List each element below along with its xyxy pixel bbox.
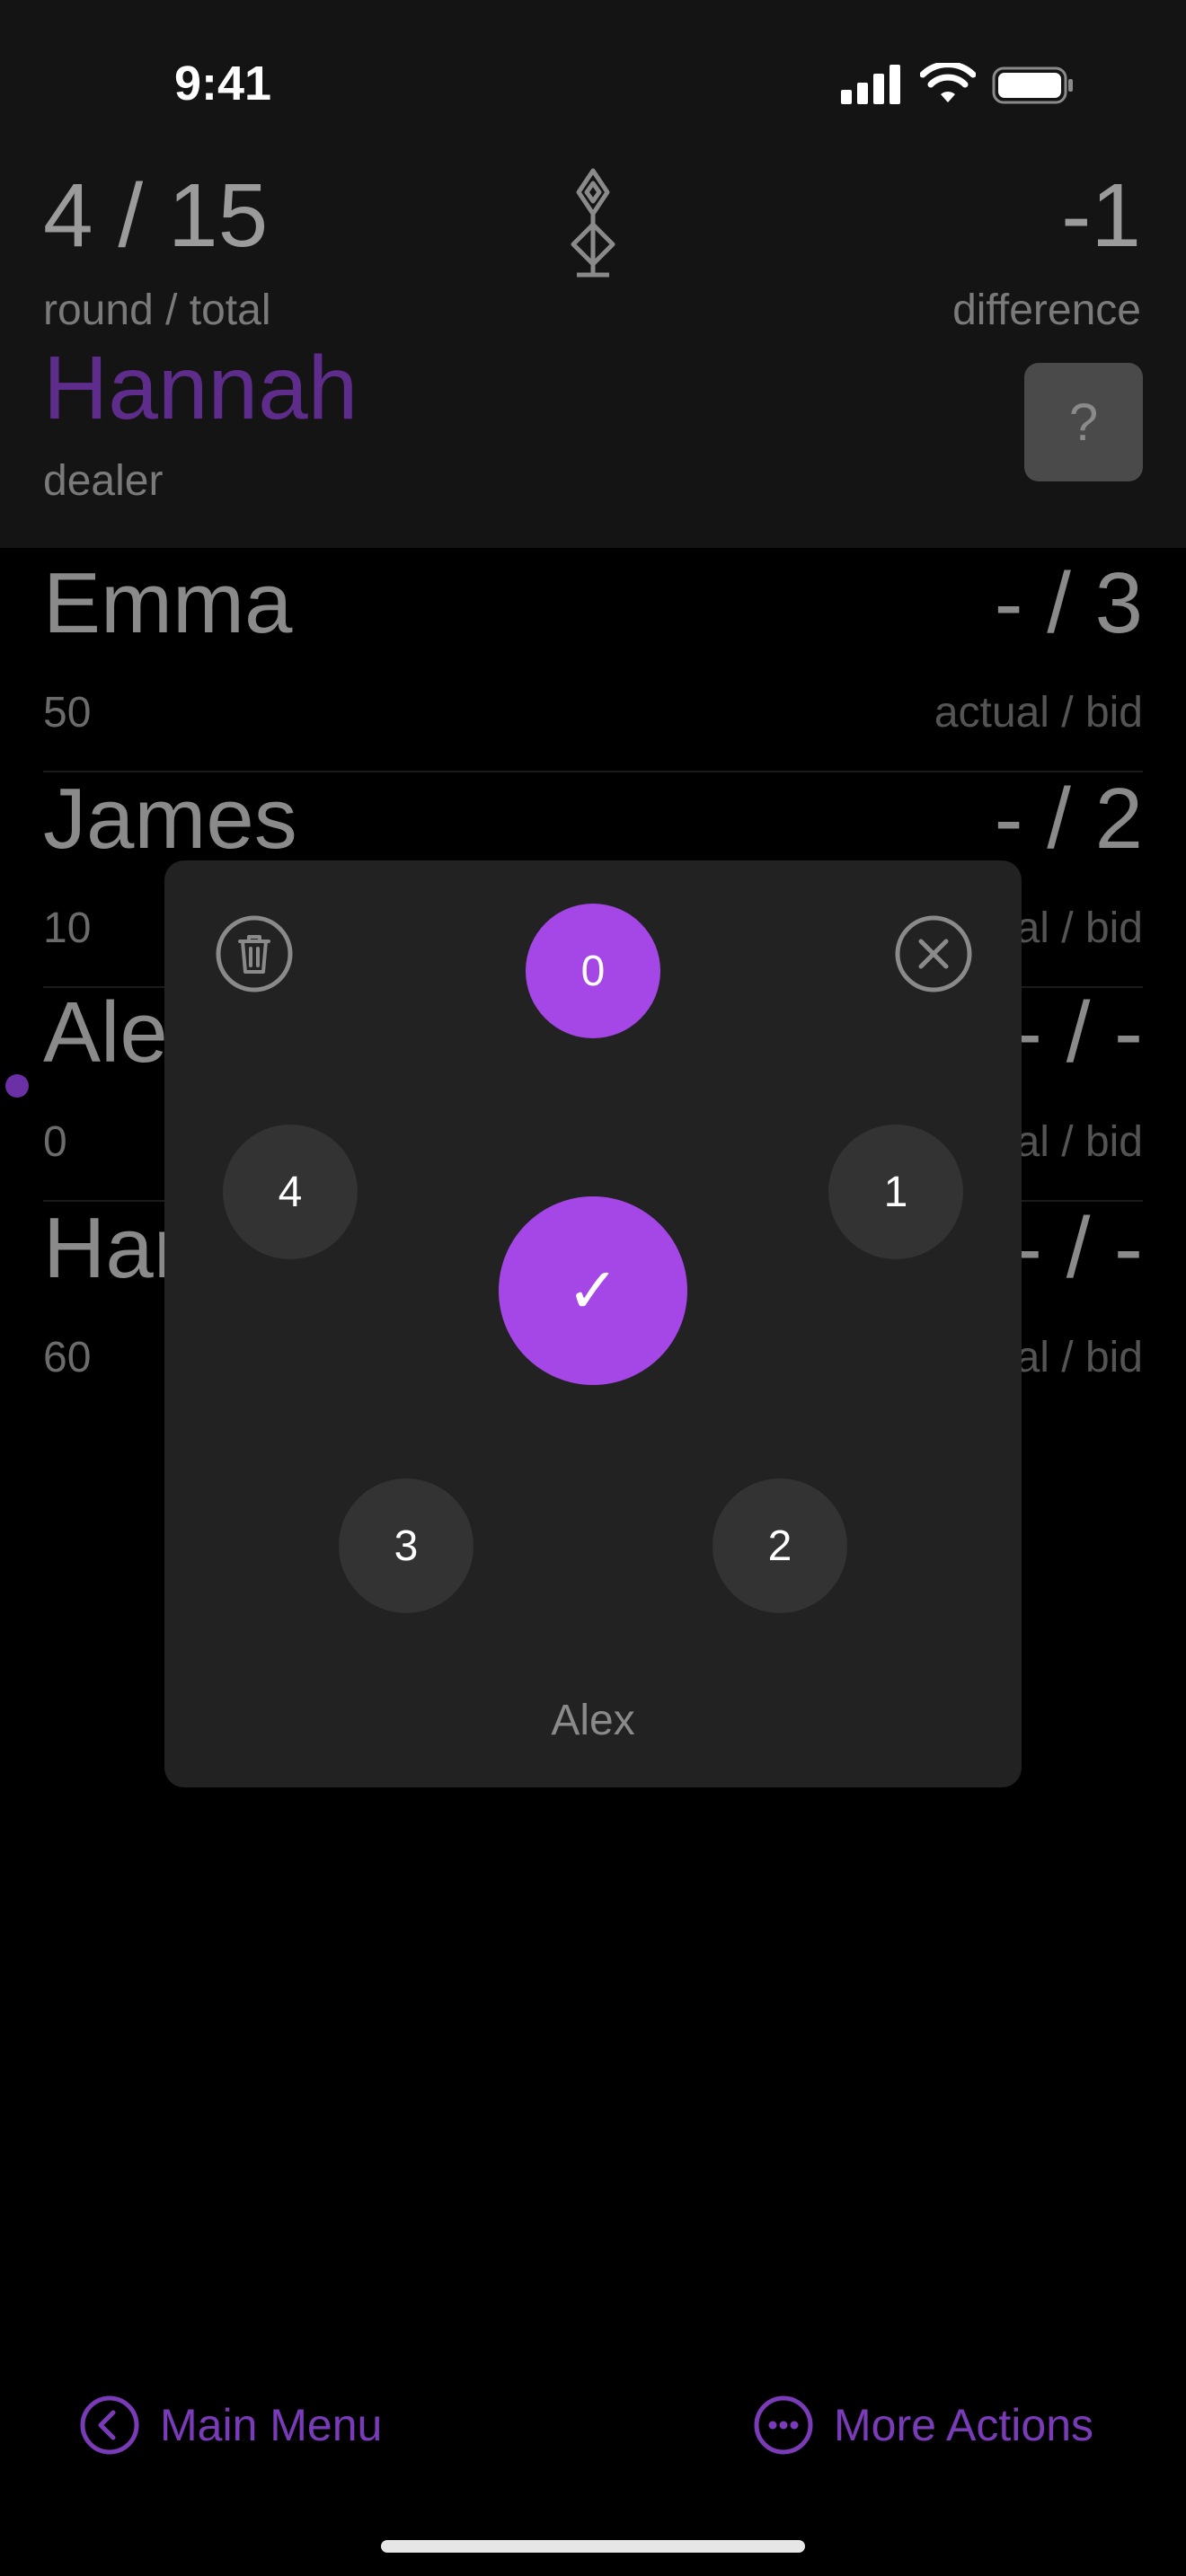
bid-option-1[interactable]: 1	[828, 1125, 963, 1259]
round-label: round / total	[43, 287, 271, 334]
app-logo-icon	[571, 168, 615, 278]
cellular-signal-icon	[841, 65, 900, 104]
difference-label: difference	[952, 287, 1141, 334]
active-player-indicator	[5, 1074, 29, 1098]
picker-player-name: Alex	[551, 1697, 635, 1744]
player-bid: - / -	[1013, 1200, 1143, 1296]
ellipsis-circle-icon	[754, 2395, 813, 2455]
close-icon[interactable]	[892, 913, 975, 995]
battery-icon	[992, 66, 1073, 104]
player-bid: - / 3	[994, 555, 1143, 651]
actual-bid-label: actual / bid	[934, 689, 1143, 737]
player-score: 0	[43, 1118, 67, 1166]
home-indicator	[381, 2540, 805, 2553]
player-score: 50	[43, 689, 92, 737]
help-button[interactable]: ?	[1024, 363, 1143, 481]
wifi-icon	[920, 63, 976, 102]
main-menu-label: Main Menu	[160, 2400, 383, 2450]
more-actions-button[interactable]: More Actions	[753, 2389, 1093, 2461]
player-score: 60	[43, 1334, 92, 1381]
game-header: 9:41 4 / 15 round / total -1 difference …	[0, 0, 1186, 548]
player-name: James	[43, 771, 297, 867]
chevron-left-circle-icon	[80, 2395, 139, 2455]
status-time: 9:41	[174, 57, 272, 110]
player-bid: - / 2	[994, 771, 1143, 867]
bid-option-4[interactable]: 4	[223, 1125, 358, 1259]
player-row[interactable]: Emma 50 - / 3 actual / bid	[43, 555, 1143, 772]
bid-option-0[interactable]: 0	[526, 904, 660, 1038]
more-actions-label: More Actions	[834, 2400, 1094, 2450]
player-score: 10	[43, 904, 92, 952]
round-counter: 4 / 15	[43, 165, 269, 266]
player-bid: - / -	[1013, 984, 1143, 1081]
bid-option-2[interactable]: 2	[712, 1478, 847, 1613]
confirm-button[interactable]: ✓	[499, 1196, 687, 1385]
bid-picker-dialog: 0 1 2 3 4 ✓ Alex	[164, 860, 1022, 1787]
dealer-label: dealer	[43, 457, 164, 505]
player-name: Emma	[43, 555, 293, 651]
main-menu-button[interactable]: Main Menu	[79, 2389, 382, 2461]
dealer-name: Hannah	[43, 338, 358, 438]
difference-value: -1	[1061, 165, 1141, 266]
trash-icon[interactable]	[213, 913, 296, 995]
bid-option-3[interactable]: 3	[339, 1478, 474, 1613]
